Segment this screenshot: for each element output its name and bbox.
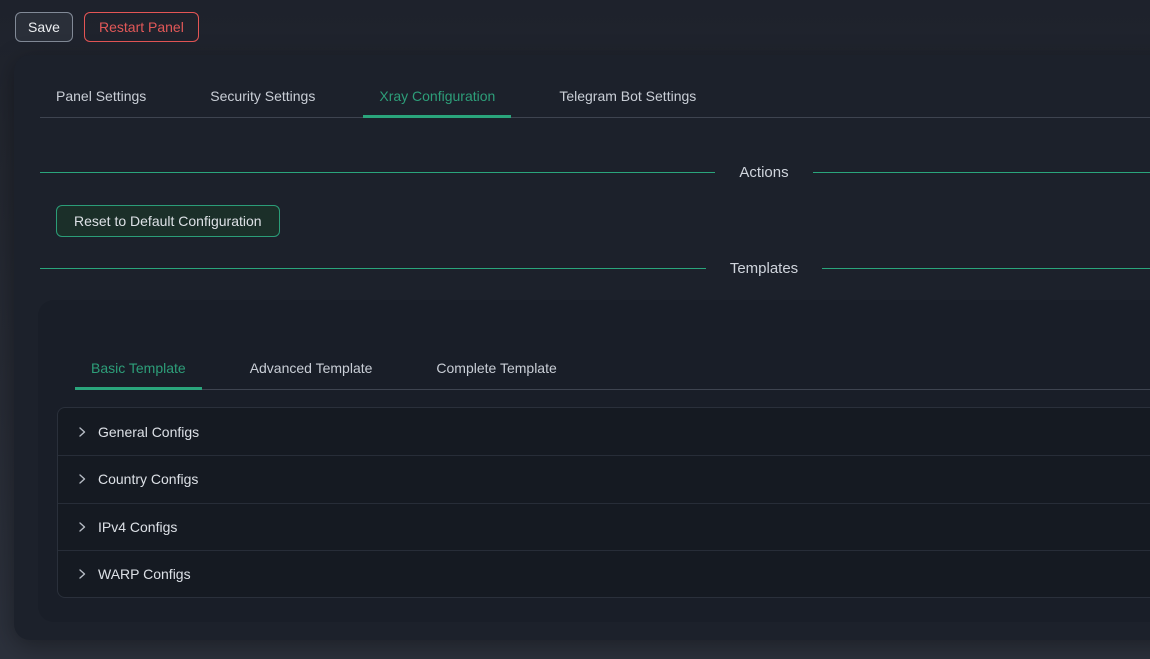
collapse-header-label: WARP Configs [98, 566, 191, 582]
collapse-header-country-configs[interactable]: Country Configs [58, 455, 1150, 502]
tab-security-settings[interactable]: Security Settings [194, 74, 331, 118]
tab-basic-template[interactable]: Basic Template [75, 346, 202, 390]
chevron-right-icon [76, 521, 88, 533]
tab-telegram-bot-settings[interactable]: Telegram Bot Settings [543, 74, 712, 118]
chevron-right-icon [76, 426, 88, 438]
template-tabs: Basic Template Advanced Template Complet… [75, 346, 1150, 390]
collapse-header-warp-configs[interactable]: WARP Configs [58, 550, 1150, 597]
settings-tabs: Panel Settings Security Settings Xray Co… [40, 74, 1150, 118]
collapse-header-ipv4-configs[interactable]: IPv4 Configs [58, 503, 1150, 550]
actions-divider-label: Actions [715, 164, 812, 181]
tab-xray-configuration[interactable]: Xray Configuration [363, 74, 511, 118]
chevron-right-icon [76, 568, 88, 580]
save-button[interactable]: Save [15, 12, 73, 42]
config-groups-collapse: General Configs Country Configs IPv4 Con… [57, 407, 1150, 598]
actions-divider: Actions [40, 162, 1150, 183]
tab-complete-template[interactable]: Complete Template [420, 346, 572, 390]
collapse-header-label: IPv4 Configs [98, 519, 177, 535]
collapse-header-label: General Configs [98, 424, 199, 440]
templates-divider-label: Templates [706, 260, 822, 277]
templates-divider: Templates [40, 258, 1150, 279]
templates-card: Basic Template Advanced Template Complet… [38, 300, 1150, 622]
collapse-header-label: Country Configs [98, 471, 198, 487]
restart-panel-button[interactable]: Restart Panel [84, 12, 199, 42]
chevron-right-icon [76, 473, 88, 485]
collapse-header-general-configs[interactable]: General Configs [58, 408, 1150, 455]
tab-panel-settings[interactable]: Panel Settings [40, 74, 162, 118]
settings-card: Panel Settings Security Settings Xray Co… [14, 55, 1150, 640]
tab-advanced-template[interactable]: Advanced Template [234, 346, 389, 390]
reset-default-configuration-button[interactable]: Reset to Default Configuration [56, 205, 280, 237]
